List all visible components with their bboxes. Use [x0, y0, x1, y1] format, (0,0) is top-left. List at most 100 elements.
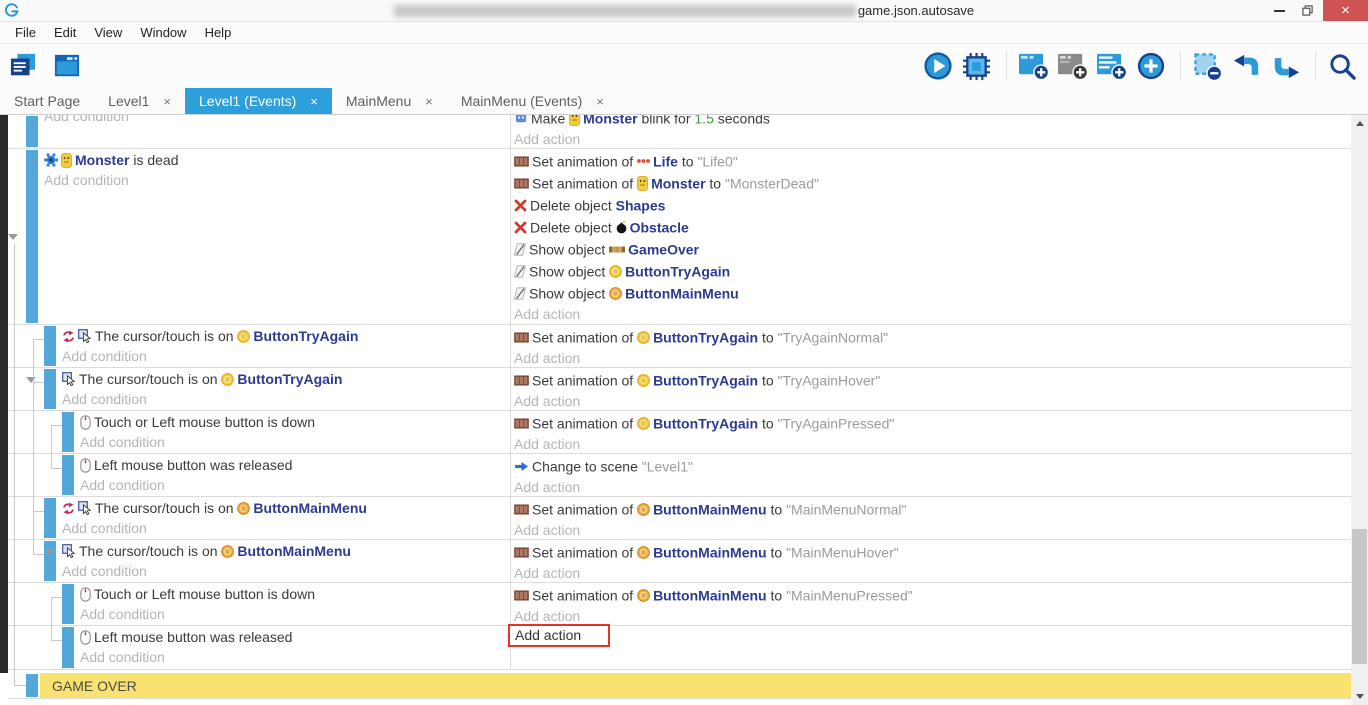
toolbar-separator [1315, 52, 1316, 80]
actions-column: Set animation of ButtonTryAgain to "TryA… [511, 368, 1351, 410]
tab-mainmenu[interactable]: MainMenu× [332, 88, 447, 114]
add-action-button[interactable]: Add action [514, 347, 1351, 369]
comment-row[interactable]: GAME OVER [8, 673, 1351, 699]
actions-column: Set animation of Life to "Life0"Set anim… [511, 149, 1351, 324]
action-line[interactable]: Set animation of ButtonMainMenu to "Main… [514, 583, 1351, 605]
restore-button[interactable] [1294, 0, 1323, 21]
add-condition-button[interactable]: Add condition [44, 115, 510, 127]
vertical-scrollbar[interactable] [1351, 115, 1368, 705]
tree-line [51, 425, 62, 426]
action-line[interactable]: Set animation of ButtonTryAgain to "TryA… [514, 368, 1351, 390]
tab-level1[interactable]: Level1× [94, 88, 185, 114]
add-scene-button[interactable] [1019, 50, 1051, 82]
tab-bar: Start PageLevel1×Level1 (Events)×MainMen… [0, 88, 1368, 114]
scrollbar-thumb[interactable] [1352, 529, 1367, 664]
search-button[interactable] [1328, 50, 1360, 82]
close-button[interactable]: × [1323, 0, 1368, 21]
condition-line[interactable]: The cursor/touch is on ButtonTryAgain [62, 325, 510, 346]
conditions-column: Left mouse button was releasedAdd condit… [8, 454, 511, 496]
tree-line [14, 243, 15, 685]
gameover-icon [609, 245, 625, 254]
redo-button[interactable] [1271, 50, 1303, 82]
actions-column: Change to scene "Level1"Add action [511, 454, 1351, 496]
tab-close-icon[interactable]: × [163, 94, 171, 109]
tree-line [51, 597, 62, 598]
condition-line[interactable]: The cursor/touch is on ButtonTryAgain [62, 368, 510, 389]
add-action-button[interactable]: Add action [514, 476, 1351, 498]
add-action-button[interactable]: Add action [514, 433, 1351, 455]
tab-close-icon[interactable]: × [310, 94, 318, 109]
debug-button[interactable] [962, 50, 994, 82]
btn-orange-icon [637, 589, 650, 602]
add-action-button-highlighted[interactable]: Add action [508, 624, 610, 647]
add-external-events-button[interactable] [1058, 50, 1090, 82]
tab-close-icon[interactable]: × [596, 94, 604, 109]
collapse-arrow-icon[interactable] [8, 234, 18, 240]
add-action-button[interactable]: Add action [514, 390, 1351, 412]
menu-edit[interactable]: Edit [45, 25, 85, 40]
add-condition-button[interactable]: Add condition [62, 561, 510, 582]
add-scene-icon [1018, 52, 1049, 81]
monster-icon [569, 115, 580, 126]
add-action-button[interactable]: Add action [514, 562, 1351, 584]
action-line[interactable]: Set animation of ButtonMainMenu to "Main… [514, 540, 1351, 562]
menu-view[interactable]: View [85, 25, 131, 40]
undo-button[interactable] [1232, 50, 1264, 82]
tab-mainmenu-events[interactable]: MainMenu (Events)× [447, 88, 618, 114]
condition-line[interactable]: The cursor/touch is on ButtonMainMenu [62, 497, 510, 518]
action-line[interactable]: Show object ButtonTryAgain [514, 259, 1351, 281]
add-condition-button[interactable]: Add condition [80, 604, 510, 625]
action-line[interactable]: Set animation of ButtonTryAgain to "TryA… [514, 411, 1351, 433]
action-line[interactable]: Make Monster blink for 1.5 seconds [514, 115, 1351, 128]
tab-close-icon[interactable]: × [425, 94, 433, 109]
action-line[interactable]: Change to scene "Level1" [514, 454, 1351, 476]
action-line[interactable]: Set animation of ButtonTryAgain to "TryA… [514, 325, 1351, 347]
add-external-layout-button[interactable] [1097, 50, 1129, 82]
start-page-button[interactable] [52, 50, 84, 82]
add-action-button[interactable]: Add action [514, 519, 1351, 541]
add-condition-button[interactable]: Add condition [80, 475, 510, 496]
tab-start-page[interactable]: Start Page [0, 88, 94, 114]
condition-line[interactable]: Monster is dead [44, 149, 510, 170]
deselect-instances-button[interactable] [1193, 50, 1225, 82]
tab-level1-events[interactable]: Level1 (Events)× [185, 88, 332, 114]
menu-file[interactable]: File [6, 25, 45, 40]
collapse-arrow-icon[interactable] [44, 549, 54, 555]
comment-text[interactable]: GAME OVER [40, 673, 1351, 698]
add-action-button[interactable]: Add action [514, 128, 1351, 148]
scroll-down-button[interactable] [1351, 688, 1368, 705]
add-condition-button[interactable]: Add condition [80, 647, 510, 668]
add-condition-button[interactable]: Add condition [44, 170, 510, 191]
menu-window[interactable]: Window [131, 25, 195, 40]
event-indent-bar [44, 369, 56, 409]
condition-line[interactable]: Left mouse button was released [80, 454, 510, 475]
condition-line[interactable]: Touch or Left mouse button is down [80, 583, 510, 604]
action-line[interactable]: Show object GameOver [514, 237, 1351, 259]
menu-help[interactable]: Help [196, 25, 241, 40]
tree-line [51, 425, 52, 468]
add-action-button[interactable]: Add action [514, 303, 1351, 325]
add-condition-button[interactable]: Add condition [80, 432, 510, 453]
add-condition-button[interactable]: Add condition [62, 389, 510, 410]
project-manager-button[interactable] [8, 50, 40, 82]
action-line[interactable]: Set animation of ButtonMainMenu to "Main… [514, 497, 1351, 519]
add-extension-button[interactable] [1136, 50, 1168, 82]
scroll-up-button[interactable] [1351, 115, 1368, 132]
minimize-button[interactable] [1265, 0, 1294, 21]
action-line[interactable]: Delete object Shapes [514, 193, 1351, 215]
add-action-button[interactable]: Add action [514, 605, 1351, 627]
add-condition-button[interactable]: Add condition [62, 518, 510, 539]
action-line[interactable]: Show object ButtonMainMenu [514, 281, 1351, 303]
btn-yellow-icon [637, 374, 650, 387]
action-line[interactable]: Set animation of Life to "Life0" [514, 149, 1351, 171]
condition-line[interactable]: Left mouse button was released [80, 626, 510, 647]
add-external-events-icon [1057, 52, 1088, 81]
action-line[interactable]: Set animation of Monster to "MonsterDead… [514, 171, 1351, 193]
condition-line[interactable]: Touch or Left mouse button is down [80, 411, 510, 432]
tab-label: Start Page [14, 93, 80, 109]
condition-line[interactable]: The cursor/touch is on ButtonMainMenu [62, 540, 510, 561]
action-line[interactable]: Delete object Obstacle [514, 215, 1351, 237]
play-button[interactable] [923, 50, 955, 82]
btn-yellow-icon [609, 265, 622, 278]
add-condition-button[interactable]: Add condition [62, 346, 510, 367]
